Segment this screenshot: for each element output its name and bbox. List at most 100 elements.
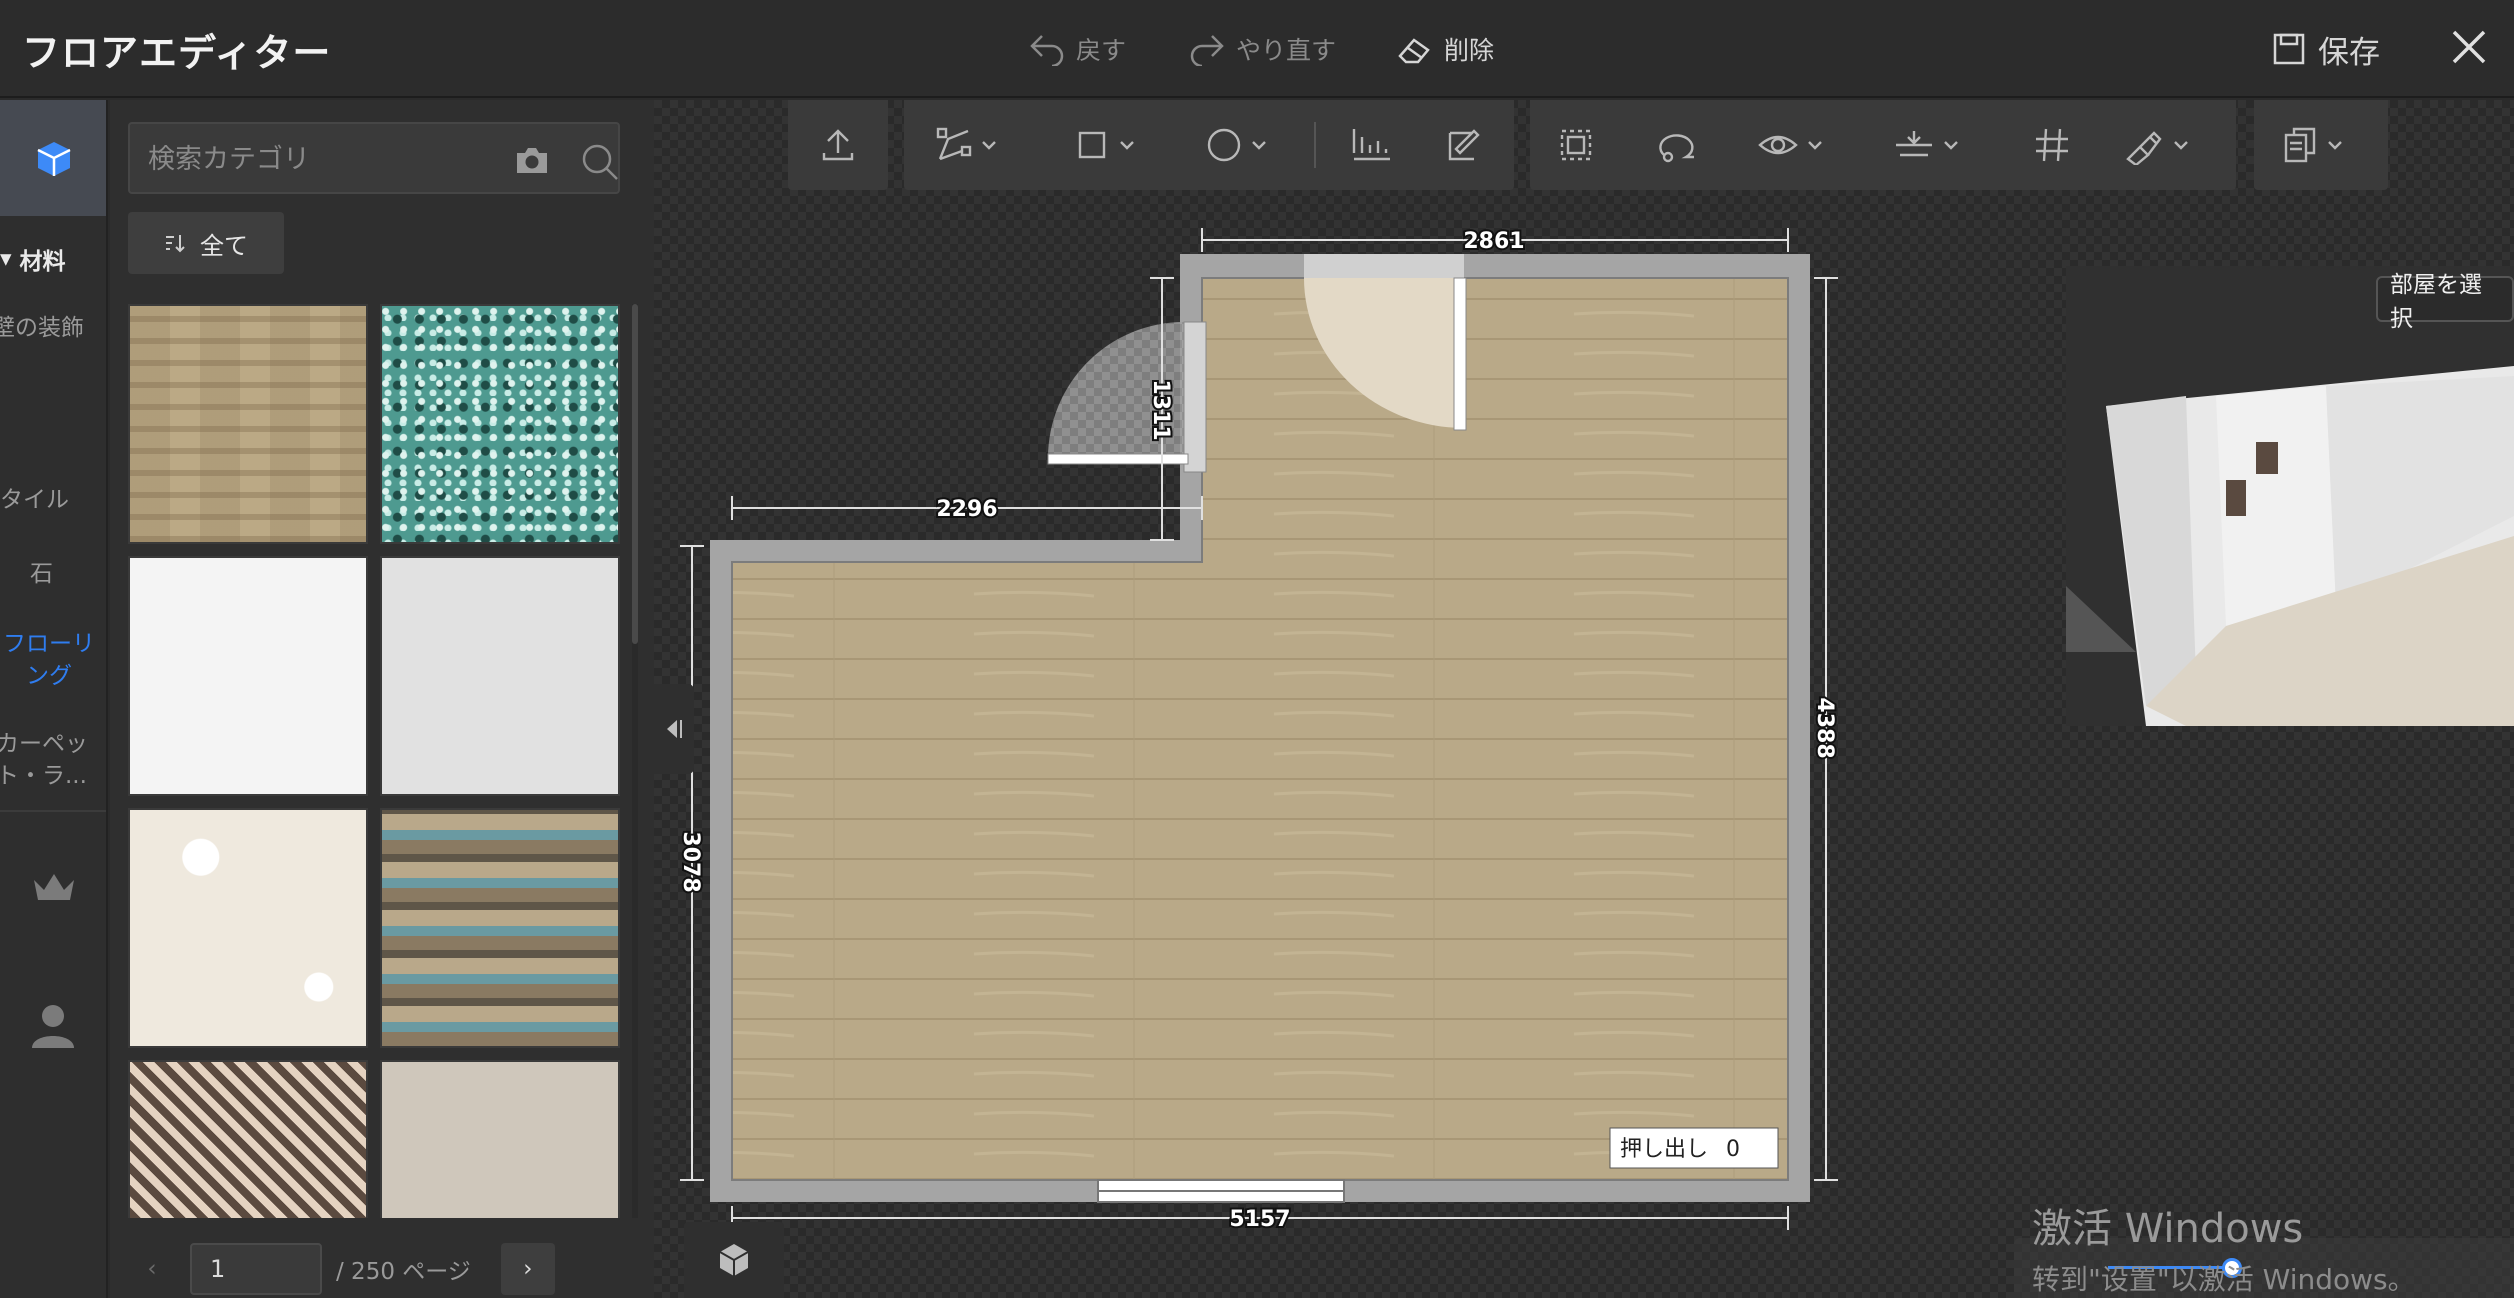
page-total: / 250 ページ xyxy=(336,1259,471,1285)
sort-filter-button[interactable]: 全て xyxy=(128,212,284,274)
material-tile[interactable] xyxy=(380,808,620,1048)
draw-rectangle-button[interactable] xyxy=(1072,120,1136,170)
3d-view-button[interactable] xyxy=(684,1222,784,1298)
copy-button[interactable] xyxy=(2280,120,2344,170)
chevron-down-icon xyxy=(2174,141,2188,150)
material-panel: 全て ‹ / 250 ページ › xyxy=(110,100,654,1298)
3d-preview[interactable] xyxy=(2066,266,2514,726)
snap-icon xyxy=(1896,131,1932,157)
rectangle-icon xyxy=(1078,131,1106,159)
camera-icon[interactable] xyxy=(514,144,550,176)
previous-page-icon[interactable]: ‹ xyxy=(128,1256,176,1282)
next-page-icon[interactable]: › xyxy=(500,1243,555,1295)
floor-area[interactable] xyxy=(731,277,1789,1181)
edit-shape-button[interactable] xyxy=(1444,120,1484,170)
save-label: 保存 xyxy=(2318,34,2380,71)
chevron-down-icon xyxy=(1252,141,1266,150)
material-tile[interactable] xyxy=(128,556,368,796)
toolbar-group-draw xyxy=(904,100,1514,190)
chevron-down-icon xyxy=(1808,141,1822,150)
redo-button[interactable]: やり直す xyxy=(1188,28,1336,70)
delete-button[interactable]: 削除 xyxy=(1396,28,1494,70)
chevron-down-icon xyxy=(2328,141,2342,150)
cube-icon xyxy=(37,142,71,176)
collapse-left-icon xyxy=(667,720,682,738)
rail-item-wall-decor[interactable]: 壁の装飾 xyxy=(0,312,100,344)
extrude-value: 0 xyxy=(1726,1137,1740,1162)
paint-button[interactable] xyxy=(2122,120,2190,170)
collapse-panel-button[interactable] xyxy=(654,684,694,774)
app-title: フロアエディター xyxy=(22,31,332,75)
rail-section-materials[interactable]: ▾ 材料 xyxy=(0,242,66,276)
material-tile[interactable] xyxy=(380,556,620,796)
circle-icon xyxy=(1207,128,1241,162)
grid-hash-icon xyxy=(2036,128,2068,162)
rail-section-label: 材料 xyxy=(19,249,66,275)
edit-shape-icon xyxy=(1448,129,1480,161)
page-number-input[interactable] xyxy=(190,1243,322,1295)
3d-preview-render xyxy=(2066,366,2514,726)
redo-icon xyxy=(1190,35,1224,66)
rail-item-stone[interactable]: 石 xyxy=(30,558,106,590)
rail-item-flooring[interactable]: フローリング xyxy=(0,628,104,692)
dim-right: 4388 xyxy=(1812,697,1837,758)
undo-icon xyxy=(1030,35,1064,66)
material-tile[interactable] xyxy=(128,304,368,544)
pen-path-icon xyxy=(936,127,972,161)
3d-cube-icon xyxy=(719,1244,749,1276)
panel-scrollbar-thumb[interactable] xyxy=(632,304,638,644)
delete-label: 削除 xyxy=(1444,36,1495,65)
draw-circle-button[interactable] xyxy=(1204,120,1268,170)
door-leaf-top[interactable] xyxy=(1453,277,1467,431)
paint-brush-icon xyxy=(2126,131,2162,165)
extrude-label: 押し出し xyxy=(1620,1137,1708,1162)
search-box xyxy=(128,122,620,194)
dim-bottom: 5157 xyxy=(1229,1207,1290,1232)
select-room-button[interactable]: 部屋を選択 xyxy=(2376,272,2514,332)
search-input[interactable] xyxy=(148,140,468,178)
filter-label: 全て xyxy=(200,231,248,260)
undo-label: 戻す xyxy=(1076,36,1127,65)
door-opening-top[interactable] xyxy=(1304,254,1464,278)
category-rail: ▾ 材料 壁の装飾 タイル 石 フローリング カーペット・ラ... xyxy=(0,100,108,1298)
grid-button[interactable] xyxy=(2032,120,2072,170)
save-button[interactable]: 保存 xyxy=(2270,28,2380,71)
search-icon[interactable] xyxy=(580,142,620,182)
align-bottom-button[interactable] xyxy=(1350,120,1394,170)
material-tile[interactable] xyxy=(128,808,368,1048)
save-icon xyxy=(2273,33,2305,65)
select-area-button[interactable] xyxy=(1556,120,1596,170)
door-panel-left[interactable] xyxy=(1183,321,1207,473)
upload-button[interactable] xyxy=(818,120,858,170)
upload-icon xyxy=(822,129,854,161)
material-tile[interactable] xyxy=(128,1060,368,1218)
chevron-down-icon xyxy=(1944,141,1958,150)
pagination: ‹ / 250 ページ › xyxy=(128,1240,628,1298)
dim-left: 3078 xyxy=(678,831,703,892)
close-icon[interactable] xyxy=(2446,24,2492,70)
crown-icon[interactable] xyxy=(28,868,80,908)
collapse-triangle-icon: ▾ xyxy=(0,246,12,272)
material-tile[interactable] xyxy=(380,1060,620,1218)
rail-item-carpet[interactable]: カーペット・ラ... xyxy=(0,728,106,792)
copy-icon xyxy=(2284,127,2316,163)
material-tile[interactable] xyxy=(380,304,620,544)
watermark-subtitle: 转到"设置"以激活 Windows。 xyxy=(2032,1263,2416,1296)
dim-top: 2861 xyxy=(1463,229,1524,254)
floor-plan-canvas[interactable]: 2861 1311 2296 3078 4388 5157 押し出し 0 部屋を… xyxy=(654,100,2514,1298)
user-icon[interactable] xyxy=(26,1000,80,1050)
door-leaf-left[interactable] xyxy=(1047,453,1189,465)
lasso-button[interactable] xyxy=(1656,120,1700,170)
draw-path-button[interactable] xyxy=(934,120,998,170)
undo-button[interactable]: 戻す xyxy=(1028,28,1126,70)
rail-divider xyxy=(0,810,106,812)
rail-materials-tab[interactable] xyxy=(0,100,106,216)
snap-button[interactable] xyxy=(1892,120,1960,170)
rail-item-tile[interactable]: タイル xyxy=(0,484,106,516)
material-grid xyxy=(128,304,622,1218)
visibility-button[interactable] xyxy=(1756,120,1824,170)
eye-icon xyxy=(1758,135,1798,155)
windows-activation-watermark: 激活 Windows 转到"设置"以激活 Windows。 xyxy=(2032,1196,2416,1298)
dim-notch-width: 2296 xyxy=(936,497,997,522)
toolbar-group-copy xyxy=(2254,100,2388,190)
